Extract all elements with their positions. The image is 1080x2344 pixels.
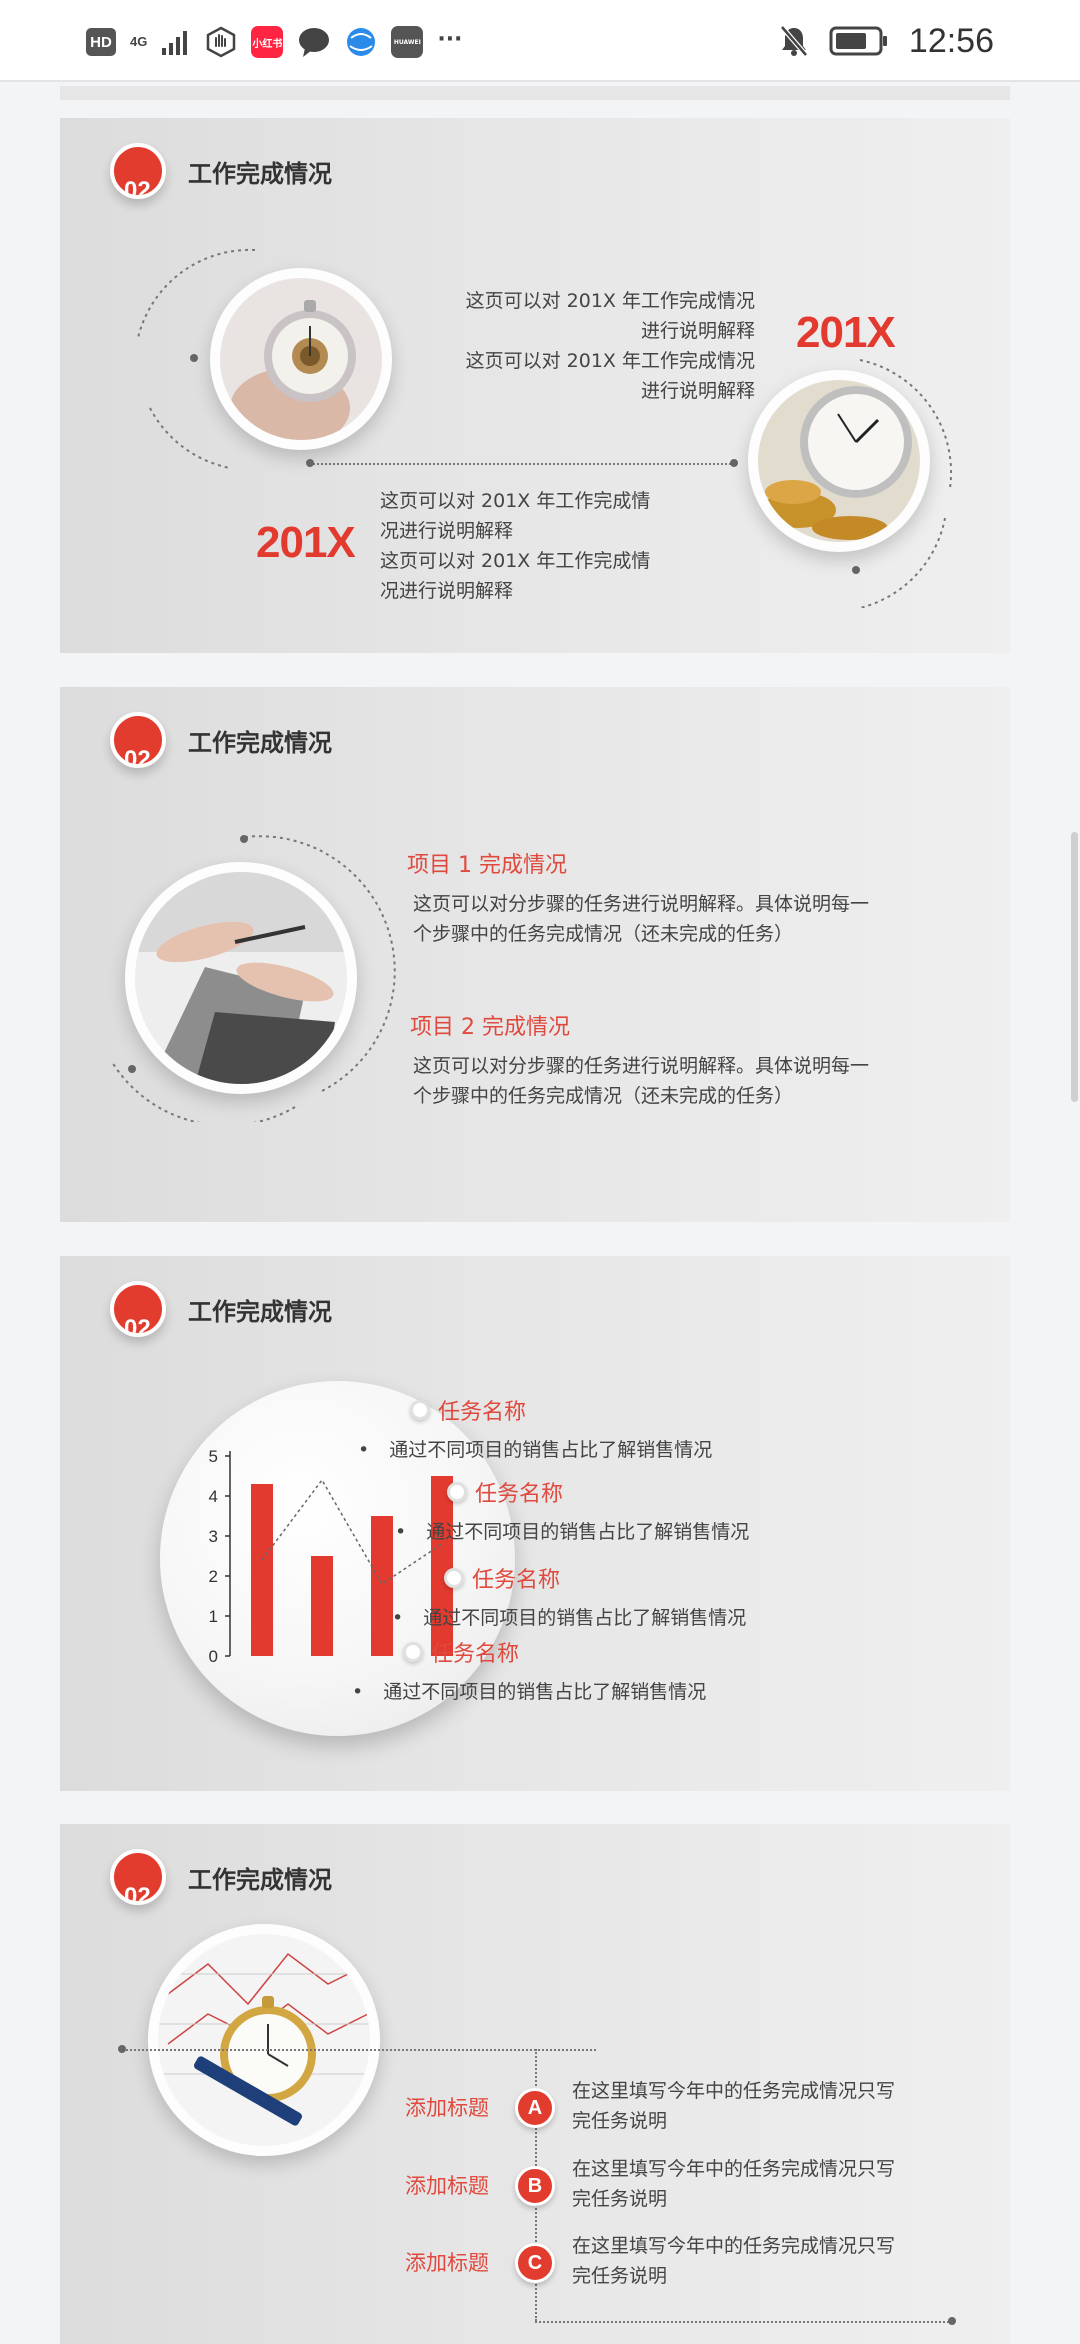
y-tick-label: 1 xyxy=(209,1607,218,1626)
task-name: 任务名称 xyxy=(472,1568,561,1593)
connector-dot xyxy=(306,459,314,467)
bar xyxy=(251,1484,273,1656)
y-tick-label: 0 xyxy=(209,1647,218,1666)
task-description-text: 通过不同项目的销售占比了解销售情况 xyxy=(383,1681,707,1703)
slide-card[interactable]: 02 工作完成情况 添加标题 A 在这里填写今年中的任务完成情况只写 完任务说明 添加标… xyxy=(60,1824,1010,2344)
huawei-app-icon: HUAWEI xyxy=(391,26,424,58)
xiaohongshu-app-icon: 小红书 xyxy=(251,26,284,58)
task-name: 任务名称 xyxy=(438,1400,527,1425)
task-description-text: 通过不同项目的销售占比了解销售情况 xyxy=(423,1607,747,1629)
slide-header: 02 工作完成情况 xyxy=(110,705,332,775)
bullet-icon: • xyxy=(395,1521,407,1543)
row-description-line: 完任务说明 xyxy=(572,2110,668,2132)
connector-line xyxy=(535,2321,953,2323)
slide-header: 02 工作完成情况 xyxy=(110,136,332,206)
task-description: • 通过不同项目的销售占比了解销售情况 xyxy=(352,1677,706,1707)
task-marker xyxy=(403,1642,423,1662)
task-description: • 通过不同项目的销售占比了解销售情况 xyxy=(358,1435,712,1465)
scrollbar-thumb[interactable] xyxy=(1071,832,1078,1102)
slide-header: 02 工作完成情况 xyxy=(110,1274,332,1344)
battery-icon xyxy=(829,26,887,56)
task-description: • 通过不同项目的销售占比了解销售情况 xyxy=(395,1517,749,1547)
project-title: 项目 1 完成情况 xyxy=(407,853,567,878)
connector-dot xyxy=(240,835,248,843)
section-number-badge: 02 xyxy=(110,143,166,199)
project-title: 项目 2 完成情况 xyxy=(410,1015,570,1040)
status-icons-right: 12:56 xyxy=(779,18,994,64)
connector-line xyxy=(122,2049,596,2051)
watch-on-chart-photo xyxy=(148,1924,380,2156)
pocket-watch-photo xyxy=(210,268,392,450)
bar xyxy=(371,1516,393,1656)
row-description-line: 在这里填写今年中的任务完成情况只写 xyxy=(572,2158,896,2180)
connector-dot xyxy=(852,566,860,574)
connector-dot xyxy=(118,2045,126,2053)
letter-badge: C xyxy=(515,2243,555,2283)
row-description-line: 完任务说明 xyxy=(572,2265,668,2287)
row-description-line: 完任务说明 xyxy=(572,2188,668,2210)
watch-and-coins-photo xyxy=(748,370,930,552)
signal-strength-icon xyxy=(162,31,188,55)
laptop-hands-photo xyxy=(125,862,357,1094)
task-description-text: 通过不同项目的销售占比了解销售情况 xyxy=(426,1521,750,1543)
y-tick-label: 5 xyxy=(209,1447,218,1466)
previous-slide-edge xyxy=(60,86,1010,100)
chat-bubble-icon xyxy=(299,28,330,57)
description-text: 这页可以对 201X 年工作完成情况 进行说明解释 这页可以对 201X 年工作… xyxy=(465,290,755,402)
task-marker xyxy=(447,1482,467,1502)
row-description-line: 在这里填写今年中的任务完成情况只写 xyxy=(572,2235,896,2257)
description-text: 这页可以对 201X 年工作完成情 况进行说明解释 这页可以对 201X 年工作… xyxy=(380,490,651,602)
slide-title: 工作完成情况 xyxy=(188,1865,332,1894)
letter-badge: B xyxy=(515,2166,555,2206)
slide-card[interactable]: 02 工作完成情况 这页可以对 201X 年工作完成情况 进行说明解释 这页可以… xyxy=(60,118,1010,653)
bar xyxy=(311,1556,333,1656)
y-tick-label: 2 xyxy=(209,1567,218,1586)
slide-title: 工作完成情况 xyxy=(188,1297,332,1326)
connector-line xyxy=(310,463,735,465)
section-number-badge: 02 xyxy=(110,712,166,768)
y-tick-label: 4 xyxy=(209,1487,218,1506)
bullet-icon: • xyxy=(392,1607,404,1629)
task-marker xyxy=(444,1568,464,1588)
row-label: 添加标题 xyxy=(405,2096,489,2120)
hand-gesture-icon xyxy=(207,26,236,58)
row-description: 在这里填写今年中的任务完成情况只写 完任务说明 xyxy=(572,2231,972,2291)
year-label: 201X xyxy=(256,518,356,567)
row-description: 在这里填写今年中的任务完成情况只写 完任务说明 xyxy=(572,2076,972,2136)
bullet-icon: • xyxy=(358,1439,370,1461)
project-description: 这页可以对分步骤的任务进行说明解释。具体说明每一 个步骤中的任务完成情况（还未完… xyxy=(413,1055,870,1107)
slide-card[interactable]: 02 工作完成情况 012345 任务名称 • 通过不同项目的销售占比了解销售情况任… xyxy=(60,1256,1010,1791)
task-description-text: 通过不同项目的销售占比了解销售情况 xyxy=(389,1439,713,1461)
project-description: 这页可以对分步骤的任务进行说明解释。具体说明每一 个步骤中的任务完成情况（还未完… xyxy=(413,893,870,945)
browser-globe-icon xyxy=(347,28,376,56)
slide-card[interactable]: 02 工作完成情况 项目 1 完成情况 这页可以对分步骤的任务进行说明解释。具体… xyxy=(60,687,1010,1222)
task-description: • 通过不同项目的销售占比了解销售情况 xyxy=(392,1603,746,1633)
connector-dot xyxy=(948,2317,956,2325)
row-label: 添加标题 xyxy=(405,2174,489,2198)
clock-time: 12:56 xyxy=(908,21,994,60)
section-number-badge: 02 xyxy=(110,1281,166,1337)
task-name: 任务名称 xyxy=(475,1482,564,1507)
row-description-line: 在这里填写今年中的任务完成情况只写 xyxy=(572,2080,896,2102)
row-description: 在这里填写今年中的任务完成情况只写 完任务说明 xyxy=(572,2154,972,2214)
status-icons-left: HD 4G 小红书 HUAWEI ··· xyxy=(86,22,462,62)
y-tick-label: 3 xyxy=(209,1527,218,1546)
letter-badge: A xyxy=(515,2088,555,2128)
network-type-label: 4G xyxy=(130,34,148,49)
connector-dot xyxy=(128,1065,136,1073)
more-notifications-icon: ··· xyxy=(437,26,463,52)
row-label: 添加标题 xyxy=(405,2251,489,2275)
hd-icon: HD xyxy=(86,28,116,56)
slide-title: 工作完成情况 xyxy=(188,159,332,188)
slide-title: 工作完成情况 xyxy=(188,728,332,757)
bell-muted-icon xyxy=(780,25,808,57)
status-bar: HD 4G 小红书 HUAWEI ··· 12:56 xyxy=(0,0,1080,82)
slide-header: 02 工作完成情况 xyxy=(110,1842,332,1912)
task-marker xyxy=(410,1400,430,1420)
connector-dot xyxy=(190,354,198,362)
task-name: 任务名称 xyxy=(431,1642,520,1667)
section-number-badge: 02 xyxy=(110,1849,166,1905)
bullet-icon: • xyxy=(352,1681,364,1703)
